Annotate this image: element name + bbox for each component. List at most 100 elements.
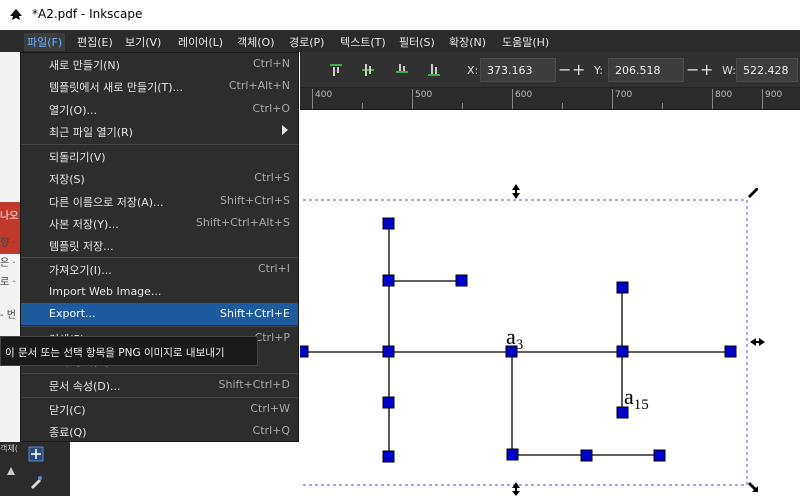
inkscape-logo-icon [10, 9, 22, 20]
strip-text: 로 · [0, 277, 16, 288]
window-title: *A2.pdf - Inkscape [32, 7, 143, 21]
menu-item-label: 문서 속성(D)... [49, 380, 121, 393]
menu-item-open-recent[interactable]: 최근 파일 열기(R) [21, 120, 298, 142]
panel-tab-label[interactable]: 객체( [0, 443, 22, 455]
menu-item-shortcut: Ctrl+N [252, 57, 290, 70]
menu-edit[interactable]: 편집(E) [74, 33, 116, 51]
align-bottom-icon[interactable] [426, 62, 442, 78]
ruler-label: 400 [315, 90, 333, 100]
menu-item-label: 사본 저장(Y)... [49, 218, 119, 231]
tooltip-text: 이 문서 또는 선택 항목을 PNG 이미지로 내보내기 [5, 347, 225, 359]
scale-handle-top-icon [512, 184, 520, 199]
menu-item-document-properties[interactable]: 문서 속성(D)... Shift+Ctrl+D [21, 374, 298, 396]
menu-filters[interactable]: 필터(S) [396, 33, 438, 51]
menu-item-label: 종료(Q) [49, 426, 87, 439]
background-window-strip: 들기 나오 향 · 은 · 로 · - 번 [0, 30, 20, 496]
menu-help[interactable]: 도움말(H) [499, 33, 552, 51]
path-node [382, 396, 395, 409]
ruler-tick [562, 103, 563, 109]
menu-item-export[interactable]: Export... Shift+Ctrl+E [21, 303, 298, 325]
menu-item-shortcut: Ctrl+P [254, 331, 290, 344]
menu-item-save[interactable]: 저장(S) Ctrl+S [21, 167, 298, 189]
menu-object[interactable]: 객체(O) [234, 33, 277, 51]
title-bar: *A2.pdf - Inkscape [0, 0, 800, 30]
menu-item-shortcut: Ctrl+S [254, 171, 290, 184]
menu-view[interactable]: 보기(V) [122, 33, 164, 51]
strip-text: - 번 [0, 310, 16, 321]
menu-item-import[interactable]: 가져오기(I)... Ctrl+I [21, 258, 298, 280]
strip-text: 나오 [0, 211, 19, 222]
w-label: W: [722, 64, 736, 77]
menu-item-revert[interactable]: 되돌리기(V) [21, 145, 298, 167]
path-node [580, 449, 593, 462]
label-a15-base: a [624, 384, 634, 409]
menu-file[interactable]: 파일(F) [24, 33, 66, 51]
menu-item-label: 되돌리기(V) [49, 151, 106, 164]
x-decrement-button[interactable]: − [558, 60, 571, 79]
snap-icon[interactable] [28, 446, 44, 462]
scale-handle-bottomright-icon [748, 482, 758, 492]
menu-item-new-from-template[interactable]: 템플릿에서 새로 만들기(T)... Ctrl+Alt+N [21, 75, 298, 97]
strip-text: 은 · [0, 258, 16, 269]
menu-text[interactable]: 텍스트(T) [337, 33, 389, 51]
menu-item-shortcut: Shift+Ctrl+E [220, 307, 290, 320]
ruler-label: 900 [765, 90, 783, 100]
menu-item-new[interactable]: 새로 만들기(N) Ctrl+N [21, 53, 298, 75]
w-input[interactable]: 522.428 [736, 58, 798, 82]
x-input[interactable]: 373.163 [480, 58, 556, 82]
drawing-canvas[interactable]: a3 a15 [282, 110, 800, 496]
menu-item-shortcut: Ctrl+W [250, 402, 290, 415]
menu-item-quit[interactable]: 종료(Q) Ctrl+Q [21, 420, 298, 442]
align-top-icon[interactable] [328, 62, 344, 78]
menu-item-label: 닫기(C) [49, 404, 86, 417]
strip-text: 향 · [0, 238, 16, 249]
y-input[interactable]: 206.518 [608, 58, 684, 82]
menu-item-label: 최근 파일 열기(R) [49, 126, 133, 139]
triangle-icon[interactable] [6, 466, 16, 476]
path-node [653, 449, 666, 462]
ruler-tick [662, 103, 663, 109]
ruler-tick [462, 103, 463, 109]
menu-item-close[interactable]: 닫기(C) Ctrl+W [21, 398, 298, 420]
y-decrement-button[interactable]: − [686, 60, 699, 79]
menu-layer[interactable]: 레이어(L) [175, 33, 226, 51]
canvas-drawing: a3 a15 [282, 184, 765, 496]
menu-item-label: 가져오기(I)... [49, 264, 112, 277]
label-a3-base: a [506, 324, 516, 349]
menu-item-label: 열기(O)... [49, 104, 97, 117]
ruler-tick [762, 89, 763, 109]
path-node [382, 217, 395, 230]
ruler-label: 500 [415, 90, 433, 100]
menu-item-import-web-image[interactable]: Import Web Image... [21, 281, 298, 303]
menu-item-save-copy[interactable]: 사본 저장(Y)... Shift+Ctrl+Alt+S [21, 212, 298, 234]
path-node [296, 345, 309, 358]
align-baseline-icon[interactable] [394, 62, 410, 78]
horizontal-ruler[interactable]: 400 500 600 700 800 900 [300, 88, 800, 110]
y-increment-button[interactable]: + [700, 60, 713, 79]
submenu-arrow-icon [282, 125, 288, 135]
pen-tool-icon[interactable] [28, 474, 44, 490]
menu-item-label: 템플릿 저장... [49, 240, 114, 253]
path-node [382, 450, 395, 463]
x-increment-button[interactable]: + [572, 60, 585, 79]
menu-item-label: 새로 만들기(N) [49, 59, 120, 72]
scale-handles[interactable] [282, 184, 765, 496]
path-node [506, 448, 519, 461]
menu-item-save-as[interactable]: 다른 이름으로 저장(A)... Shift+Ctrl+S [21, 190, 298, 212]
menu-item-shortcut: Shift+Ctrl+S [220, 194, 290, 207]
menu-path[interactable]: 경로(P) [286, 33, 327, 51]
ruler-label: 600 [515, 90, 533, 100]
menu-item-label: 다른 이름으로 저장(A)... [49, 196, 164, 209]
menu-item-save-template[interactable]: 템플릿 저장... [21, 234, 298, 256]
path-node [382, 345, 395, 358]
scale-handle-right-icon [750, 338, 765, 346]
scale-handle-bottom-icon [512, 482, 520, 496]
menu-item-label: 저장(S) [49, 173, 85, 186]
path-node [724, 345, 737, 358]
menu-extensions[interactable]: 확장(N) [446, 33, 489, 51]
align-center-icon[interactable] [360, 62, 376, 78]
menu-item-shortcut: Shift+Ctrl+Alt+S [195, 216, 290, 229]
menu-item-label: Import Web Image... [49, 285, 162, 298]
menu-item-open[interactable]: 열기(O)... Ctrl+O [21, 98, 298, 120]
ruler-tick [362, 103, 363, 109]
